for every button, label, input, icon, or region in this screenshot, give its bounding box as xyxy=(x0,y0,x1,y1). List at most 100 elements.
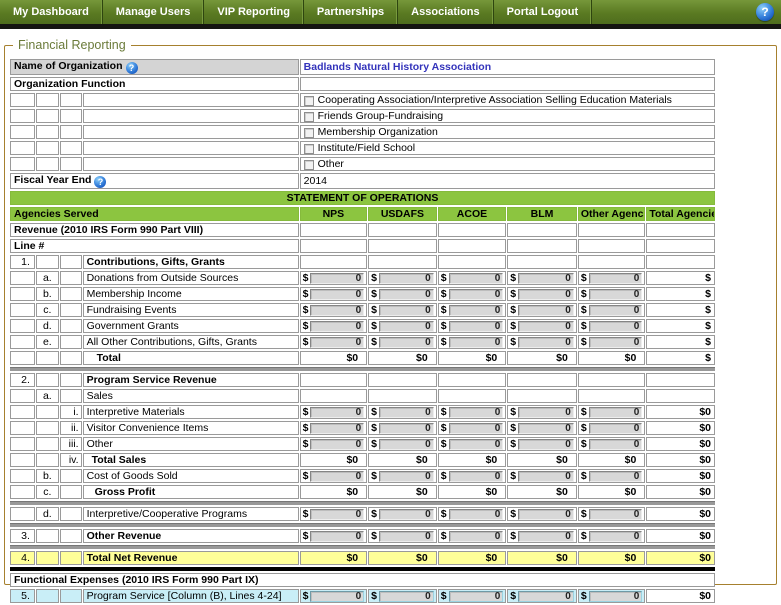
fiscal-year-help-icon[interactable]: ? xyxy=(94,176,106,188)
amount-input[interactable] xyxy=(518,289,574,300)
amount-input[interactable] xyxy=(518,591,574,602)
amount-input[interactable] xyxy=(589,439,643,450)
section-label: Line # xyxy=(10,239,299,253)
amount-input[interactable] xyxy=(379,471,434,482)
amount-input[interactable] xyxy=(449,439,504,450)
option-checkbox[interactable] xyxy=(304,160,314,170)
amount-input[interactable] xyxy=(449,337,504,348)
amount-input[interactable] xyxy=(518,337,574,348)
amount-input[interactable] xyxy=(589,531,643,542)
amount-input[interactable] xyxy=(449,305,504,316)
empty-cell xyxy=(368,255,437,269)
amount-input[interactable] xyxy=(379,273,434,284)
amount-input[interactable] xyxy=(379,407,434,418)
option-checkbox[interactable] xyxy=(304,96,314,106)
amount-input[interactable] xyxy=(518,321,574,332)
amount-input[interactable] xyxy=(589,423,643,434)
nav-tab-partnerships[interactable]: Partnerships xyxy=(304,0,398,24)
amount-input[interactable] xyxy=(310,273,364,284)
amount-input[interactable] xyxy=(589,321,643,332)
option-checkbox[interactable] xyxy=(304,112,314,122)
statement-row-sep xyxy=(10,501,715,505)
dollar-sign: $ xyxy=(303,288,309,300)
amount-input[interactable] xyxy=(379,509,434,520)
amount-input[interactable] xyxy=(589,337,643,348)
amount-input[interactable] xyxy=(589,305,643,316)
amount-input[interactable] xyxy=(589,407,643,418)
row-total-cell: $ xyxy=(646,335,715,349)
org-option-cell: Cooperating Association/Interpretive Ass… xyxy=(300,93,715,107)
amount-input[interactable] xyxy=(449,591,504,602)
dollar-sign: $ xyxy=(510,304,516,316)
amount-input[interactable] xyxy=(379,531,434,542)
amount-input[interactable] xyxy=(379,423,434,434)
row-label: Contributions, Gifts, Grants xyxy=(83,255,299,269)
row-label: Total Net Revenue xyxy=(83,551,299,565)
row-total-cell: $ xyxy=(646,303,715,317)
amount-input[interactable] xyxy=(589,289,643,300)
option-checkbox[interactable] xyxy=(304,128,314,138)
option-label: Friends Group-Fundraising xyxy=(318,110,443,122)
amount-input[interactable] xyxy=(449,289,504,300)
dollar-sign: $ xyxy=(510,288,516,300)
amount-input[interactable] xyxy=(310,471,364,482)
amount-input[interactable] xyxy=(449,471,504,482)
amount-input[interactable] xyxy=(310,337,364,348)
row-label: Other Revenue xyxy=(83,529,299,543)
amount-cell-other-agencies: $ xyxy=(578,529,646,543)
amount-input[interactable] xyxy=(310,289,364,300)
amount-input[interactable] xyxy=(310,407,364,418)
amount-input[interactable] xyxy=(518,273,574,284)
amount-input[interactable] xyxy=(518,423,574,434)
dollar-sign: $ xyxy=(303,530,309,542)
org-name-help-icon[interactable]: ? xyxy=(126,62,138,74)
amount-input[interactable] xyxy=(449,273,504,284)
help-icon[interactable]: ? xyxy=(756,3,774,21)
amount-input[interactable] xyxy=(379,289,434,300)
amount-input[interactable] xyxy=(589,591,643,602)
amount-input[interactable] xyxy=(379,439,434,450)
amount-input[interactable] xyxy=(310,423,364,434)
nav-tab-manage-users[interactable]: Manage Users xyxy=(103,0,205,24)
nav-tab-my-dashboard[interactable]: My Dashboard xyxy=(0,0,103,24)
amount-input[interactable] xyxy=(379,321,434,332)
row-label: Membership Income xyxy=(83,287,299,301)
amount-input[interactable] xyxy=(518,531,574,542)
panel-legend: Financial Reporting xyxy=(13,38,131,52)
amount-input[interactable] xyxy=(518,439,574,450)
amount-input[interactable] xyxy=(379,337,434,348)
amount-input[interactable] xyxy=(310,509,364,520)
amount-cell-acoe: $ xyxy=(438,287,507,301)
amount-input[interactable] xyxy=(518,305,574,316)
amount-input[interactable] xyxy=(589,273,643,284)
nav-tab-associations[interactable]: Associations xyxy=(398,0,493,24)
amount-input[interactable] xyxy=(518,509,574,520)
empty-cell xyxy=(300,239,368,253)
sub-roman-cell xyxy=(60,589,82,603)
empty-cell xyxy=(646,389,715,403)
amount-input[interactable] xyxy=(449,423,504,434)
amount-input[interactable] xyxy=(310,531,364,542)
option-checkbox[interactable] xyxy=(304,144,314,154)
amount-input[interactable] xyxy=(449,509,504,520)
amount-input[interactable] xyxy=(379,591,434,602)
amount-input[interactable] xyxy=(518,407,574,418)
amount-input[interactable] xyxy=(449,531,504,542)
amount-input[interactable] xyxy=(449,321,504,332)
sub-roman-cell xyxy=(60,303,82,317)
row-label: Interpretive Materials xyxy=(83,405,299,419)
amount-input[interactable] xyxy=(589,509,643,520)
amount-input[interactable] xyxy=(518,471,574,482)
amount-input[interactable] xyxy=(310,305,364,316)
statement-row-sep-black xyxy=(10,567,715,571)
amount-cell-blm: $ xyxy=(507,507,577,521)
amount-input[interactable] xyxy=(310,591,364,602)
amount-input[interactable] xyxy=(310,321,364,332)
amount-cell-blm: $ xyxy=(507,319,577,333)
amount-input[interactable] xyxy=(310,439,364,450)
nav-tab-vip-reporting[interactable]: VIP Reporting xyxy=(204,0,304,24)
amount-input[interactable] xyxy=(589,471,643,482)
nav-tab-portal-logout[interactable]: Portal Logout xyxy=(494,0,593,24)
amount-input[interactable] xyxy=(379,305,434,316)
amount-input[interactable] xyxy=(449,407,504,418)
